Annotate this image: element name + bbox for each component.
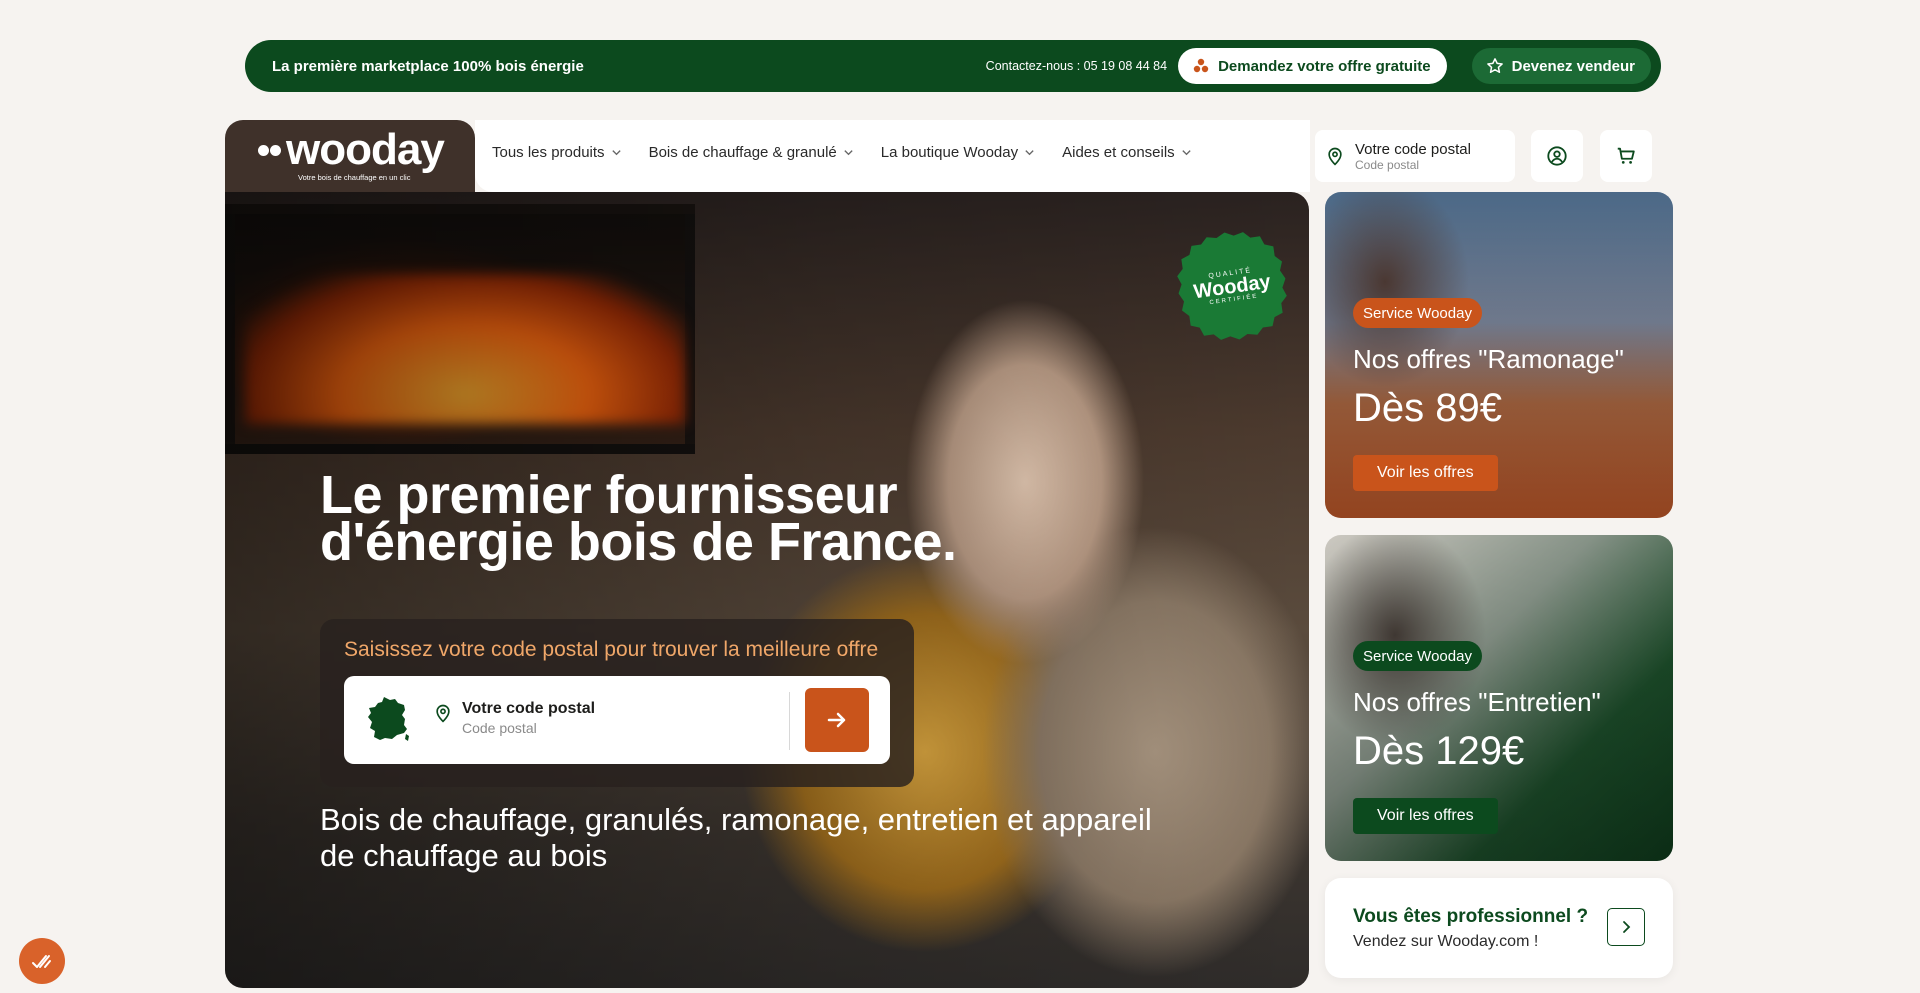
cookie-consent-button[interactable]: [19, 938, 65, 984]
wooday-logo-icon: [1193, 58, 1209, 73]
top-banner: La première marketplace 100% bois énergi…: [245, 40, 1661, 92]
view-offers-button[interactable]: Voir les offres: [1353, 455, 1498, 491]
pro-text: Vendez sur Wooday.com !: [1353, 933, 1539, 950]
free-offer-label: Demandez votre offre gratuite: [1218, 57, 1431, 75]
postal-search-panel: Saisissez votre code postal pour trouver…: [320, 619, 914, 787]
nav-item-label: Bois de chauffage & granulé: [648, 144, 837, 161]
user-icon: [1547, 146, 1567, 166]
chevron-down-icon: [1182, 150, 1191, 156]
free-offer-button[interactable]: Demandez votre offre gratuite: [1178, 48, 1447, 84]
star-icon: [1486, 58, 1503, 73]
become-seller-label: Devenez vendeur: [1511, 57, 1635, 75]
contact-phone[interactable]: Contactez-nous : 05 19 08 44 84: [986, 59, 1167, 73]
location-pin-icon: [1328, 147, 1342, 166]
cookie-check-icon: [32, 955, 51, 968]
postal-code-input[interactable]: Code postal: [462, 720, 537, 736]
chevron-down-icon: [844, 150, 853, 156]
card-price: Dès 89€: [1353, 386, 1502, 430]
nav-item-advice[interactable]: Aides et conseils: [1062, 144, 1192, 161]
account-button[interactable]: [1531, 130, 1583, 182]
card-title: Nos offres "Ramonage": [1353, 344, 1624, 374]
search-divider: [789, 692, 790, 750]
wooday-logo[interactable]: wooday Votre bois de chauffage en un cli…: [258, 125, 445, 182]
nav-item-products[interactable]: Tous les produits: [492, 144, 622, 161]
service-tag: Service Wooday: [1353, 641, 1482, 671]
logo-slogan: Votre bois de chauffage en un clic: [298, 173, 411, 182]
logo-dots-icon: [258, 144, 281, 156]
nav-item-label: La boutique Wooday: [880, 144, 1019, 161]
nav-item-firewood[interactable]: Bois de chauffage & granulé: [649, 144, 854, 161]
france-map-icon: [368, 697, 409, 741]
professional-card[interactable]: Vous êtes professionnel ? Vendez sur Woo…: [1325, 878, 1673, 978]
chevron-down-icon: [611, 150, 621, 156]
hero-section: QUALITÉ Wooday CERTIFIÉE Le premier four…: [225, 192, 1309, 988]
hero-title-line2: d'énergie bois de France.: [320, 512, 957, 572]
nav-item-label: Aides et conseils: [1062, 144, 1175, 161]
cart-button[interactable]: [1600, 130, 1652, 182]
chevron-right-icon: [1623, 921, 1631, 933]
search-submit-button[interactable]: [805, 688, 869, 752]
hero-title: Le premier fournisseur d'énergie bois de…: [320, 468, 957, 569]
card-price: Dès 129€: [1353, 729, 1525, 773]
entretien-card[interactable]: Service Wooday Nos offres "Entretien" Dè…: [1325, 535, 1673, 861]
service-tag: Service Wooday: [1353, 298, 1482, 328]
chevron-down-icon: [1025, 150, 1034, 156]
card-title: Nos offres "Entretien": [1353, 687, 1601, 717]
arrow-right-icon: [827, 712, 846, 728]
postal-search-box[interactable]: Votre code postal Code postal: [344, 676, 890, 764]
pro-question: Vous êtes professionnel ?: [1353, 906, 1589, 927]
nav-item-label: Tous les produits: [492, 144, 605, 161]
tagline: La première marketplace 100% bois énergi…: [272, 57, 584, 75]
logo-text: wooday: [286, 125, 445, 174]
pro-arrow-button[interactable]: [1607, 908, 1645, 946]
hero-subtitle: Bois de chauffage, granulés, ramonage, e…: [320, 802, 1152, 873]
postal-placeholder: Code postal: [1355, 157, 1420, 172]
postal-title: Votre code postal: [1355, 140, 1471, 158]
location-pin-icon: [436, 704, 450, 723]
view-offers-button[interactable]: Voir les offres: [1353, 798, 1498, 834]
search-title: Votre code postal: [462, 700, 596, 717]
ramonage-card[interactable]: Service Wooday Nos offres "Ramonage" Dès…: [1325, 192, 1673, 518]
search-label: Saisissez votre code postal pour trouver…: [344, 638, 879, 661]
nav-item-shop[interactable]: La boutique Wooday: [881, 144, 1035, 161]
cart-icon: [1617, 147, 1635, 164]
become-seller-button[interactable]: Devenez vendeur: [1471, 48, 1651, 84]
header-postal-code[interactable]: Votre code postal Code postal: [1315, 130, 1515, 182]
main-nav: Tous les produits Bois de chauffage & gr…: [492, 144, 1192, 161]
